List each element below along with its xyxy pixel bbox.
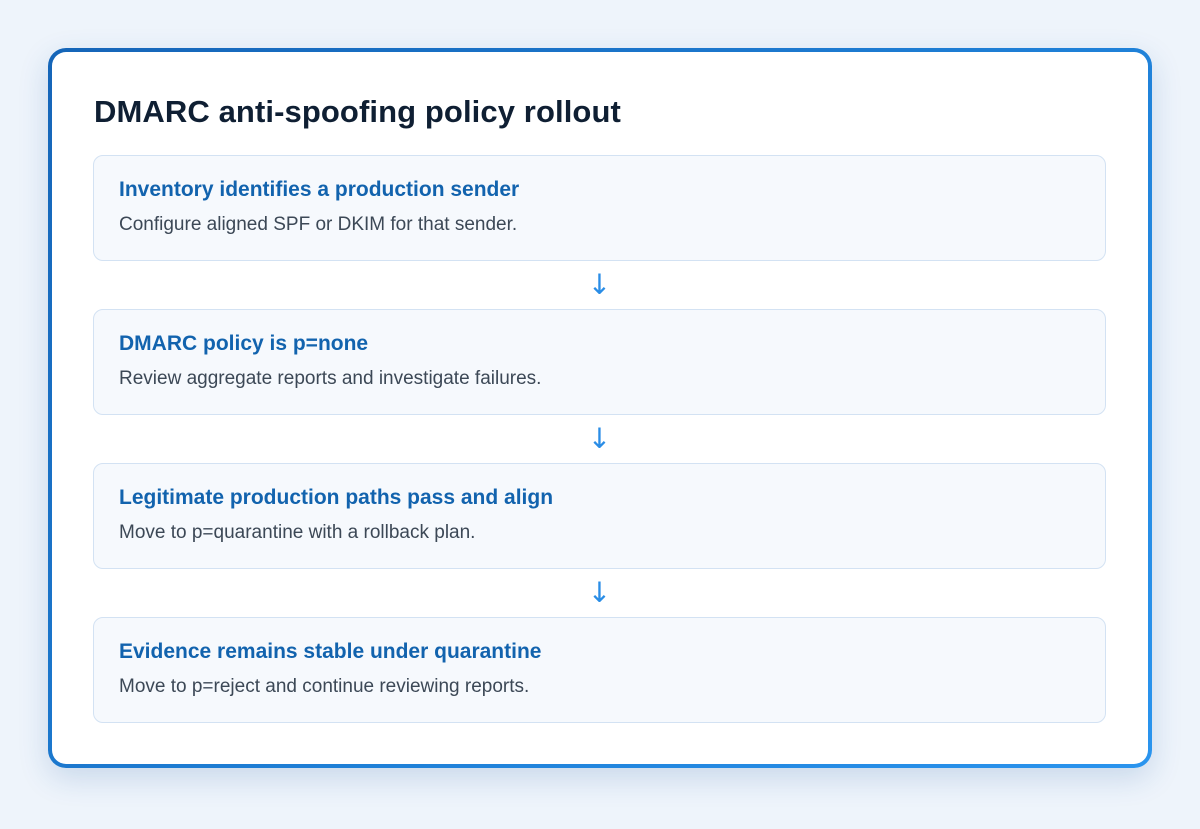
flowchart-panel: DMARC anti-spoofing policy rollout Inven… [52, 52, 1148, 764]
flow-step-1: Inventory identifies a production sender… [93, 155, 1106, 261]
step-title: DMARC policy is p=none [119, 332, 369, 355]
step-description: Move to p=reject and continue reviewing … [119, 676, 530, 697]
step-description: Configure aligned SPF or DKIM for that s… [119, 214, 518, 235]
step-description: Review aggregate reports and investigate… [119, 368, 542, 389]
step-title: Evidence remains stable under quarantine [119, 640, 542, 663]
arrow-down-icon: ↓ [587, 268, 612, 301]
flow-step-3: Legitimate production paths pass and ali… [93, 463, 1106, 569]
step-description: Move to p=quarantine with a rollback pla… [119, 522, 476, 543]
step-title: Legitimate production paths pass and ali… [119, 486, 554, 509]
arrow-down-icon: ↓ [587, 422, 612, 455]
flow-step-2: DMARC policy is p=none Review aggregate … [93, 309, 1106, 415]
flow-step-4: Evidence remains stable under quarantine… [93, 617, 1106, 723]
arrow-down-icon: ↓ [587, 576, 612, 609]
diagram-title: DMARC anti-spoofing policy rollout [94, 94, 621, 129]
step-title: Inventory identifies a production sender [119, 178, 520, 201]
flow-steps: Inventory identifies a production sender… [93, 155, 1106, 723]
flowchart-card: DMARC anti-spoofing policy rollout Inven… [48, 48, 1152, 768]
